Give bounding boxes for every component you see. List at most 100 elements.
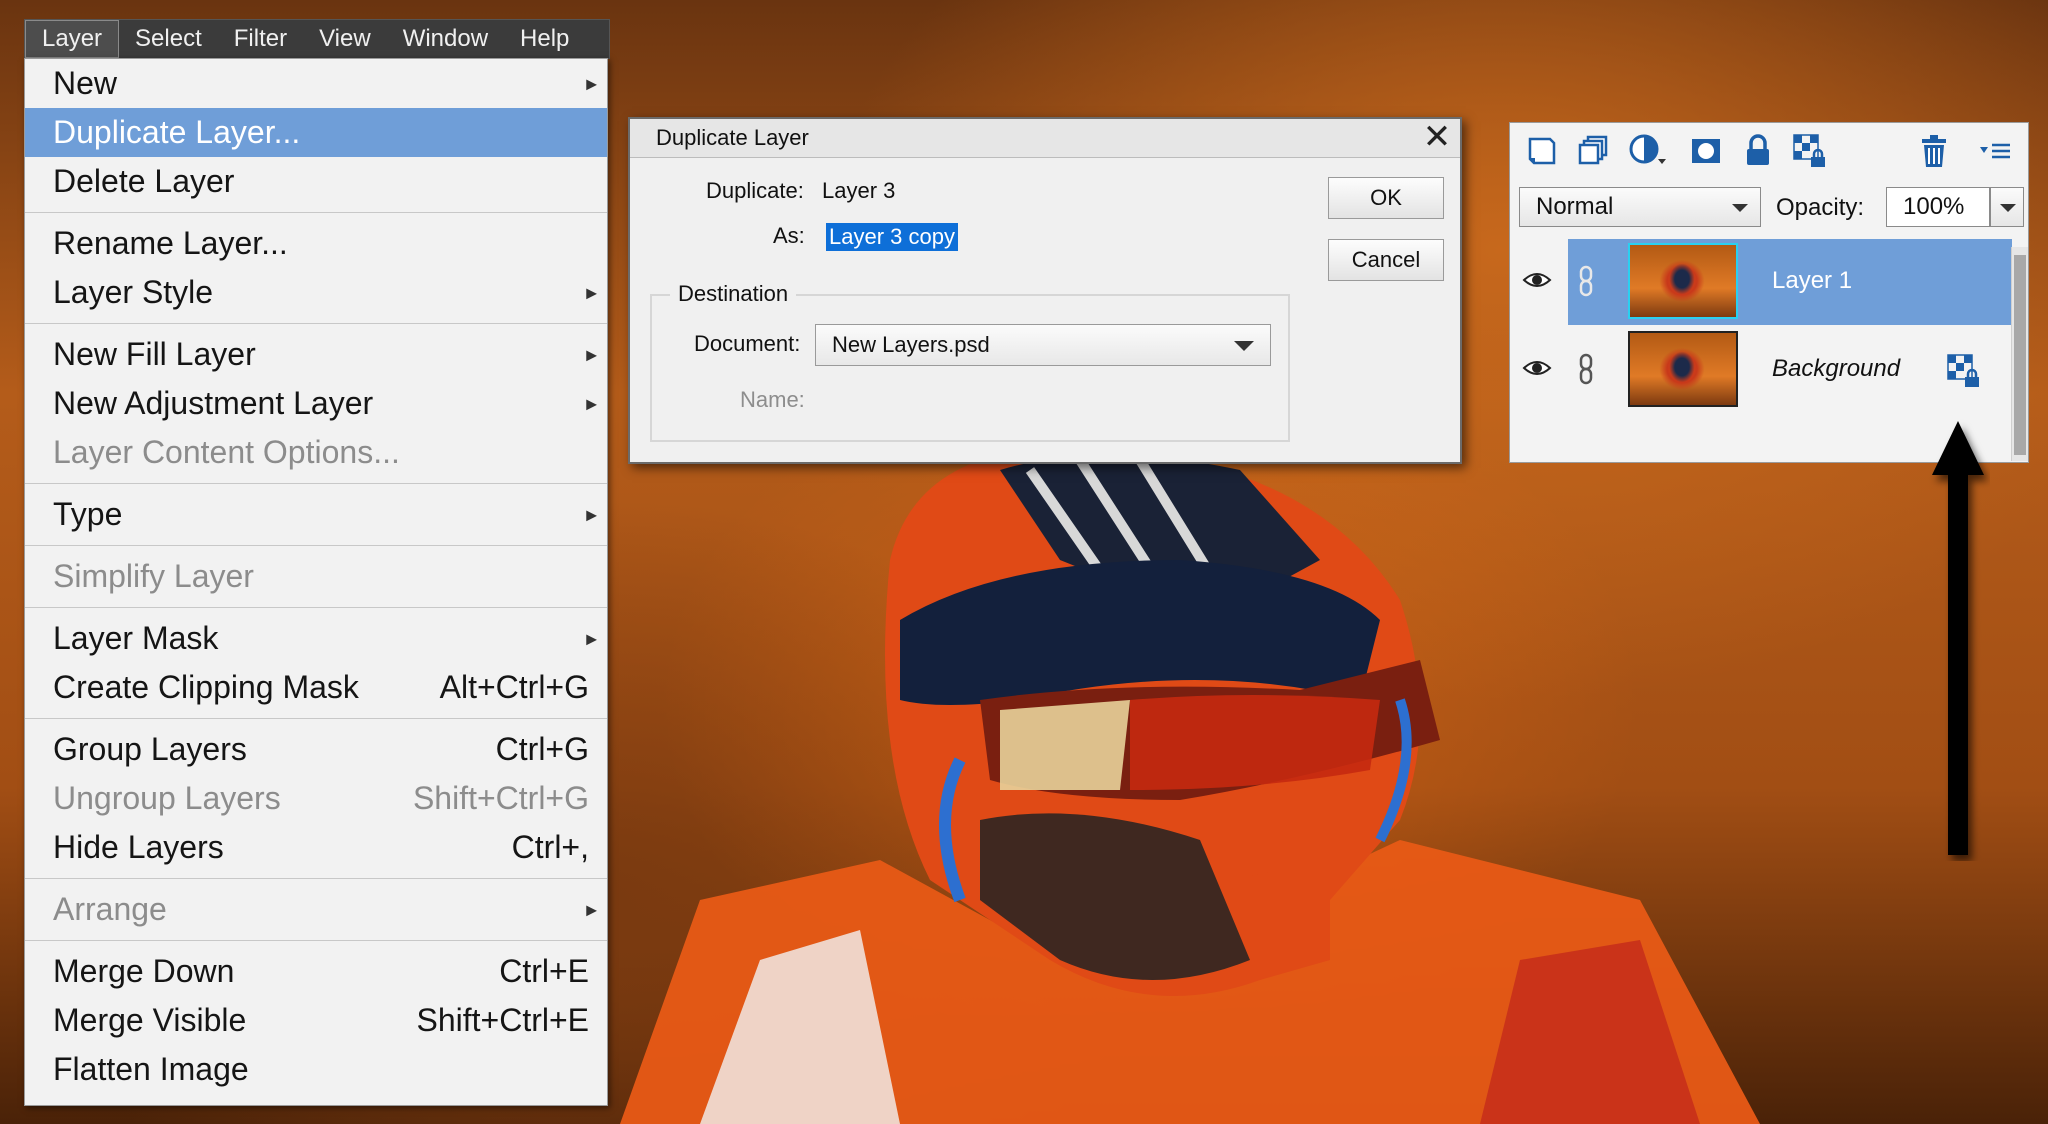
menu-item-group-layers[interactable]: Group Layers Ctrl+G	[25, 725, 607, 774]
layer-row[interactable]: Layer 1	[1510, 239, 2012, 325]
adjustment-layer-icon[interactable]	[1628, 133, 1672, 169]
opacity-label: Opacity:	[1776, 194, 1865, 221]
menu-item-new[interactable]: New ▶	[25, 59, 607, 108]
layers-scrollbar[interactable]	[2011, 247, 2028, 461]
menu-item-label: Group Layers	[53, 731, 247, 767]
menu-item-label: Duplicate Layer...	[53, 114, 301, 150]
menu-item-layer-mask[interactable]: Layer Mask ▶	[25, 614, 607, 663]
link-icon[interactable]	[1578, 265, 1594, 297]
eye-icon[interactable]	[1522, 357, 1552, 379]
menubar-item-select[interactable]: Select	[119, 20, 218, 58]
lock-transparency-icon[interactable]	[1792, 133, 1828, 169]
menu-separator	[25, 483, 607, 484]
destination-label: Destination	[670, 281, 797, 307]
menu-item-label: Hide Layers	[53, 829, 224, 865]
menu-item-shortcut: Ctrl+E	[499, 953, 589, 989]
new-layer-icon[interactable]	[1524, 133, 1560, 169]
delete-layer-icon[interactable]	[1916, 133, 1952, 169]
menu-item-label: New Adjustment Layer	[53, 385, 374, 421]
submenu-arrow-icon: ▶	[586, 901, 597, 917]
eye-icon[interactable]	[1522, 269, 1552, 291]
menubar-item-filter[interactable]: Filter	[218, 20, 303, 58]
menu-separator	[25, 545, 607, 546]
submenu-arrow-icon: ▶	[586, 395, 597, 411]
panel-menu-icon[interactable]	[1978, 133, 2014, 169]
menubar-item-view[interactable]: View	[303, 20, 387, 58]
menu-item-label: Ungroup Layers	[53, 780, 281, 816]
menu-item-simplify-layer: Simplify Layer	[25, 552, 607, 601]
menubar-item-help[interactable]: Help	[504, 20, 585, 58]
chevron-down-icon	[1732, 204, 1748, 212]
menu-bar: Layer Select Filter View Window Help	[24, 19, 610, 59]
menu-item-label: New Fill Layer	[53, 336, 256, 372]
name-label: Name:	[740, 387, 805, 412]
menu-item-label: Layer Content Options...	[53, 434, 400, 470]
menu-item-label: New	[53, 65, 118, 101]
menu-item-flatten-image[interactable]: Flatten Image	[25, 1045, 607, 1094]
menu-item-label: Merge Visible	[53, 1002, 247, 1038]
menu-item-shortcut: Shift+Ctrl+G	[412, 780, 589, 816]
duplicate-label: Duplicate:	[706, 178, 804, 203]
layer-name: Layer 1	[1772, 267, 1853, 294]
menu-item-label: Simplify Layer	[53, 558, 254, 594]
submenu-arrow-icon: ▶	[586, 284, 597, 300]
menubar-item-layer[interactable]: Layer	[25, 20, 120, 58]
menu-item-type[interactable]: Type ▶	[25, 490, 607, 539]
duplicate-layer-dialog: Duplicate Layer ✕ Duplicate: Layer 3 As:…	[628, 117, 1462, 464]
layer-mask-icon[interactable]	[1688, 133, 1724, 169]
lock-all-icon[interactable]	[1740, 133, 1776, 169]
document-label: Document:	[694, 331, 801, 356]
arrow-up-icon	[1932, 421, 1984, 855]
menu-item-label: Rename Layer...	[53, 225, 288, 261]
opacity-input[interactable]: 100%	[1886, 187, 1990, 227]
dialog-title: Duplicate Layer	[630, 119, 1460, 158]
blend-mode-select[interactable]: Normal	[1519, 187, 1761, 227]
menu-item-duplicate-layer[interactable]: Duplicate Layer...	[25, 108, 607, 157]
cancel-button[interactable]: Cancel	[1328, 239, 1444, 281]
menu-item-label: Type	[53, 496, 123, 532]
menu-item-shortcut: Ctrl+G	[495, 731, 589, 767]
layer-name: Background	[1772, 355, 1901, 382]
menu-separator	[25, 323, 607, 324]
menu-item-new-adjustment-layer[interactable]: New Adjustment Layer ▶	[25, 379, 607, 428]
chevron-down-icon	[1234, 341, 1254, 351]
link-icon[interactable]	[1578, 353, 1594, 385]
menu-item-create-clipping-mask[interactable]: Create Clipping Mask Alt+Ctrl+G	[25, 663, 607, 712]
menu-item-label: Merge Down	[53, 953, 235, 989]
layer-thumbnail	[1628, 331, 1738, 407]
menu-item-merge-down[interactable]: Merge Down Ctrl+E	[25, 947, 607, 996]
menu-item-rename-layer[interactable]: Rename Layer...	[25, 219, 607, 268]
as-label: As:	[773, 223, 805, 248]
submenu-arrow-icon: ▶	[586, 346, 597, 362]
menu-item-merge-visible[interactable]: Merge Visible Shift+Ctrl+E	[25, 996, 607, 1045]
ok-button[interactable]: OK	[1328, 177, 1444, 219]
menu-item-label: Layer Style	[53, 274, 214, 310]
submenu-arrow-icon: ▶	[586, 506, 597, 522]
close-icon[interactable]: ✕	[1420, 120, 1454, 154]
duplicate-value: Layer 3	[822, 178, 896, 203]
menu-item-new-fill-layer[interactable]: New Fill Layer ▶	[25, 330, 607, 379]
layer-row[interactable]: Background	[1510, 327, 2012, 413]
menu-item-arrange: Arrange ▶	[25, 885, 607, 934]
menu-item-shortcut: Shift+Ctrl+E	[416, 1002, 589, 1038]
layer-thumbnail	[1628, 243, 1738, 319]
menu-item-layer-style[interactable]: Layer Style ▶	[25, 268, 607, 317]
layer-menu: New ▶ Duplicate Layer... Delete Layer Ren…	[24, 58, 608, 1106]
menu-item-ungroup-layers: Ungroup Layers Shift+Ctrl+G	[25, 774, 607, 823]
menu-item-label: Create Clipping Mask	[53, 669, 359, 705]
menubar-item-window[interactable]: Window	[387, 20, 504, 58]
new-group-icon[interactable]	[1576, 133, 1612, 169]
menu-item-label: Delete Layer	[53, 163, 235, 199]
destination-group	[650, 294, 1290, 442]
menu-item-shortcut: Ctrl+,	[511, 829, 589, 865]
document-select[interactable]: New Layers.psd	[815, 324, 1271, 366]
scrollbar-thumb[interactable]	[2014, 255, 2026, 455]
menu-item-hide-layers[interactable]: Hide Layers Ctrl+,	[25, 823, 607, 872]
menu-separator	[25, 607, 607, 608]
as-name-field[interactable]: Layer 3 copy	[826, 223, 958, 251]
menu-separator	[25, 878, 607, 879]
document-select-value: New Layers.psd	[832, 332, 990, 357]
menu-item-delete-layer[interactable]: Delete Layer	[25, 157, 607, 206]
opacity-dropdown-button[interactable]	[1990, 187, 2024, 227]
layers-toolbar	[1510, 123, 2028, 179]
